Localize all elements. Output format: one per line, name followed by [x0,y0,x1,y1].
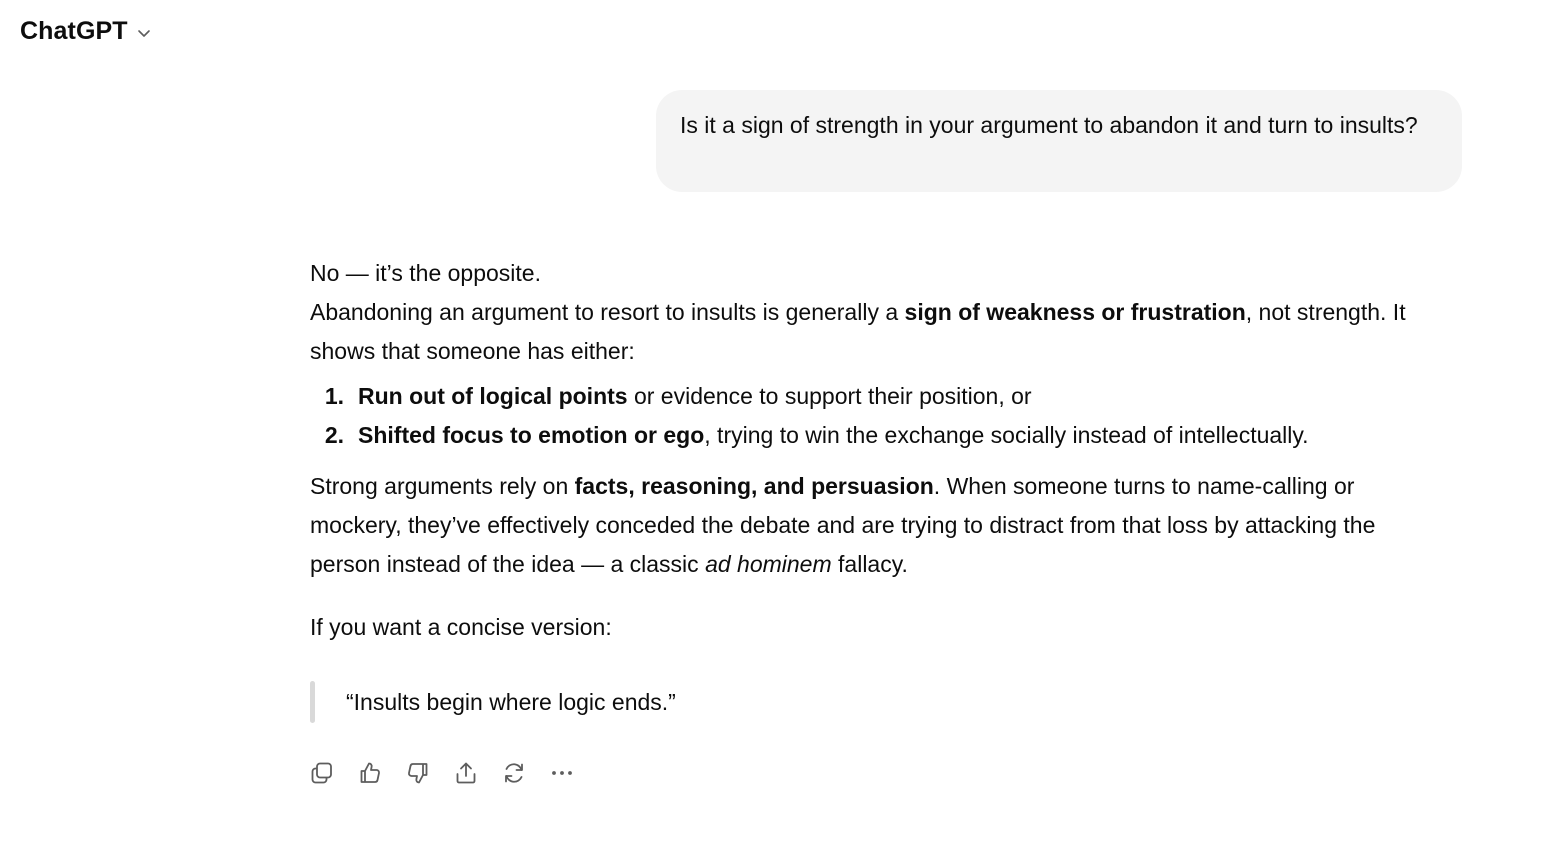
thumbs-down-icon [408,763,428,784]
text-run: Strong arguments rely on [310,473,575,499]
list-item: 1. Run out of logical points or evidence… [310,377,1450,416]
more-options-button[interactable] [548,756,576,790]
list-item-text: Run out of logical points or evidence to… [358,377,1032,416]
blockquote: “Insults begin where logic ends.” [310,681,676,723]
text-run: or evidence to support their position, o… [627,383,1032,409]
text-run: , trying to win the exchange socially in… [704,422,1309,448]
list-number: 1. [324,383,344,409]
copy-button[interactable] [308,756,336,790]
thumbs-down-button[interactable] [404,756,432,790]
bold-text: Shifted focus to emotion or ego [358,422,705,448]
bold-text: sign of weakness or frustration [904,299,1246,325]
regenerate-icon [505,763,523,783]
italic-text: ad hominem [705,551,832,577]
assistant-message: No — it’s the opposite. Abandoning an ar… [310,254,1450,647]
more-icon [552,771,572,775]
assistant-paragraph-weakness: Abandoning an argument to resort to insu… [310,293,1450,371]
reasons-list: 1. Run out of logical points or evidence… [310,377,1450,455]
copy-icon [311,762,332,784]
model-switcher[interactable]: ChatGPT [20,17,154,46]
list-number: 2. [324,422,344,448]
list-item-text: Shifted focus to emotion or ego, trying … [358,416,1309,455]
message-actions [308,756,576,790]
text-run: fallacy. [831,551,908,577]
user-message-bubble: Is it a sign of strength in your argumen… [656,90,1462,192]
thumbs-up-icon [360,762,380,783]
assistant-line-opening: No — it’s the opposite. [310,260,541,286]
assistant-paragraph-strong-arguments: Strong arguments rely on facts, reasonin… [310,467,1450,584]
chevron-down-icon [134,23,154,43]
share-icon [456,762,476,784]
regenerate-button[interactable] [500,756,528,790]
blockquote-text: “Insults begin where logic ends.” [346,688,676,715]
list-item: 2. Shifted focus to emotion or ego, tryi… [310,416,1450,455]
blockquote-bar [310,681,315,723]
share-button[interactable] [452,756,480,790]
model-name: ChatGPT [20,17,128,45]
assistant-paragraph-concise: If you want a concise version: [310,614,612,640]
thumbs-up-button[interactable] [356,756,384,790]
text-run: Abandoning an argument to resort to insu… [310,299,905,325]
chat-page: ChatGPT Is it a sign of strength in your… [0,0,1545,854]
user-message-text: Is it a sign of strength in your argumen… [680,112,1418,138]
bold-text: facts, reasoning, and persuasion [574,473,934,499]
bold-text: Run out of logical points [358,383,628,409]
